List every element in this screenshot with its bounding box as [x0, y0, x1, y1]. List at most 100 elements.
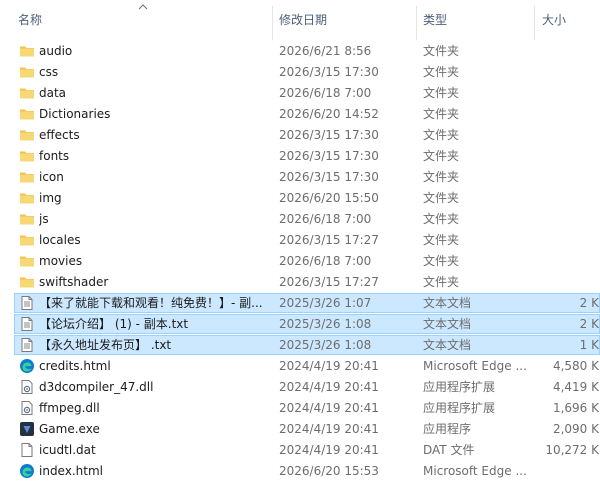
folder-icon	[19, 169, 35, 185]
file-modified-date: 2026/6/20 15:50	[279, 191, 379, 205]
folder-icon	[19, 253, 35, 269]
file-modified-date: 2026/3/15 17:30	[279, 128, 379, 142]
file-type: 文件夹	[423, 254, 460, 268]
file-size	[535, 168, 599, 186]
column-header-size[interactable]: 大小	[542, 0, 566, 40]
file-modified-date: 2026/6/18 7:00	[279, 212, 372, 226]
file-size: 4,580 K	[552, 359, 599, 373]
file-type: 文件夹	[423, 128, 460, 142]
folder-row[interactable]: icon 2026/3/15 17:30 文件夹	[14, 167, 600, 187]
file-type: 文本文档	[423, 338, 472, 352]
file-size	[535, 189, 599, 207]
dll-icon	[19, 400, 35, 416]
file-row[interactable]: credits.html 2024/4/19 20:41 Microsoft Edg…	[14, 356, 600, 376]
file-type: DAT 文件	[423, 443, 475, 457]
file-size	[535, 231, 599, 249]
file-modified-date: 2025/3/26 1:07	[279, 296, 372, 310]
file-size	[535, 42, 599, 60]
file-type: 文本文档	[423, 296, 472, 310]
game-exe-icon	[19, 421, 35, 437]
file-modified-date: 2024/4/19 20:41	[279, 380, 379, 394]
folder-row[interactable]: effects 2026/3/15 17:30 文件夹	[14, 125, 600, 145]
folder-row[interactable]: data 2026/6/18 7:00 文件夹	[14, 83, 600, 103]
folder-row[interactable]: Dictionaries 2026/6/20 14:52 文件夹	[14, 104, 600, 124]
folder-icon	[19, 274, 35, 290]
file-modified-date: 2025/3/26 1:08	[279, 317, 372, 331]
file-row[interactable]: 【论坛介绍】 (1) - 副本.txt 2025/3/26 1:08 文本文档 2 K	[14, 314, 600, 334]
file-size: 4,419 K	[552, 380, 599, 394]
file-modified-date: 2026/6/18 7:00	[279, 254, 372, 268]
file-size: 2,090 K	[552, 422, 599, 436]
file-type: Microsoft Edge ...	[423, 464, 527, 478]
column-divider[interactable]	[272, 6, 273, 40]
file-name: movies	[39, 254, 83, 268]
folder-icon	[19, 127, 35, 143]
file-size: 1,696 K	[552, 401, 599, 415]
file-type: 文件夹	[423, 44, 460, 58]
file-name: Game.exe	[39, 422, 100, 436]
file-size: 2 K	[579, 296, 599, 310]
folder-row[interactable]: img 2026/6/20 15:50 文件夹	[14, 188, 600, 208]
file-type: 文件夹	[423, 107, 460, 121]
file-modified-date: 2024/4/19 20:41	[279, 359, 379, 373]
file-row[interactable]: icudtl.dat 2024/4/19 20:41 DAT 文件 10,272 K	[14, 440, 600, 460]
file-name: Dictionaries	[39, 107, 111, 121]
file-row[interactable]: ffmpeg.dll 2024/4/19 20:41 应用程序扩展 1,696 K	[14, 398, 600, 418]
file-type: Microsoft Edge ...	[423, 359, 527, 373]
file-row[interactable]: Game.exe 2024/4/19 20:41 应用程序 2,090 K	[14, 419, 600, 439]
column-divider[interactable]	[534, 6, 535, 40]
file-type: 文件夹	[423, 191, 460, 205]
file-modified-date: 2026/3/15 17:30	[279, 65, 379, 79]
file-modified-date: 2026/3/15 17:30	[279, 170, 379, 184]
file-name: js	[39, 212, 49, 226]
file-name: 【论坛介绍】 (1) - 副本.txt	[39, 317, 189, 331]
file-name: icon	[39, 170, 64, 184]
folder-icon	[19, 43, 35, 59]
file-type: 文件夹	[423, 275, 460, 289]
dll-icon	[19, 379, 35, 395]
folder-icon	[19, 85, 35, 101]
column-header-name[interactable]: 名称	[18, 0, 42, 40]
file-size	[535, 126, 599, 144]
folder-row[interactable]: swiftshader 2026/3/15 17:27 文件夹	[14, 272, 600, 292]
file-type: 应用程序扩展	[423, 401, 496, 415]
text-document-icon	[19, 316, 35, 332]
sort-ascending-icon	[138, 4, 148, 10]
file-size	[535, 252, 599, 270]
folder-row[interactable]: fonts 2026/3/15 17:30 文件夹	[14, 146, 600, 166]
column-divider[interactable]	[416, 6, 417, 40]
file-size: 2 K	[579, 317, 599, 331]
file-type: 文件夹	[423, 233, 460, 247]
file-modified-date: 2024/4/19 20:41	[279, 401, 379, 415]
folder-row[interactable]: movies 2026/6/18 7:00 文件夹	[14, 251, 600, 271]
folder-icon	[19, 211, 35, 227]
file-type: 文件夹	[423, 212, 460, 226]
file-row[interactable]: 【来了就能下载和观看！纯免费！】- 副... 2025/3/26 1:07 文本文档…	[14, 293, 600, 313]
file-name: fonts	[39, 149, 70, 163]
file-modified-date: 2026/6/20 15:53	[279, 464, 379, 478]
file-modified-date: 2026/6/21 8:56	[279, 44, 372, 58]
file-modified-date: 2025/3/26 1:08	[279, 338, 372, 352]
file-type: 文件夹	[423, 149, 460, 163]
file-name: swiftshader	[39, 275, 109, 289]
text-document-icon	[19, 295, 35, 311]
folder-row[interactable]: js 2026/6/18 7:00 文件夹	[14, 209, 600, 229]
column-header-bar: 名称 修改日期 类型 大小	[0, 0, 600, 40]
file-modified-date: 2026/3/15 17:27	[279, 275, 379, 289]
folder-row[interactable]: locales 2026/3/15 17:27 文件夹	[14, 230, 600, 250]
file-size	[535, 63, 599, 81]
file-row[interactable]: d3dcompiler_47.dll 2024/4/19 20:41 应用程序扩展 4…	[14, 377, 600, 397]
file-type: 文件夹	[423, 86, 460, 100]
file-row[interactable]: index.html 2026/6/20 15:53 Microsoft Edge …	[14, 461, 600, 481]
folder-row[interactable]: css 2026/3/15 17:30 文件夹	[14, 62, 600, 82]
folder-row[interactable]: audio 2026/6/21 8:56 文件夹	[14, 41, 600, 61]
file-name: d3dcompiler_47.dll	[39, 380, 154, 394]
file-size	[535, 462, 599, 480]
file-name: ffmpeg.dll	[39, 401, 100, 415]
column-header-date[interactable]: 修改日期	[279, 0, 327, 40]
file-size: 10,272 K	[545, 443, 599, 457]
column-header-type[interactable]: 类型	[423, 0, 447, 40]
file-row[interactable]: 【永久地址发布页】 .txt 2025/3/26 1:08 文本文档 1 K	[14, 335, 600, 355]
file-modified-date: 2026/6/20 14:52	[279, 107, 379, 121]
file-type: 应用程序扩展	[423, 380, 496, 394]
